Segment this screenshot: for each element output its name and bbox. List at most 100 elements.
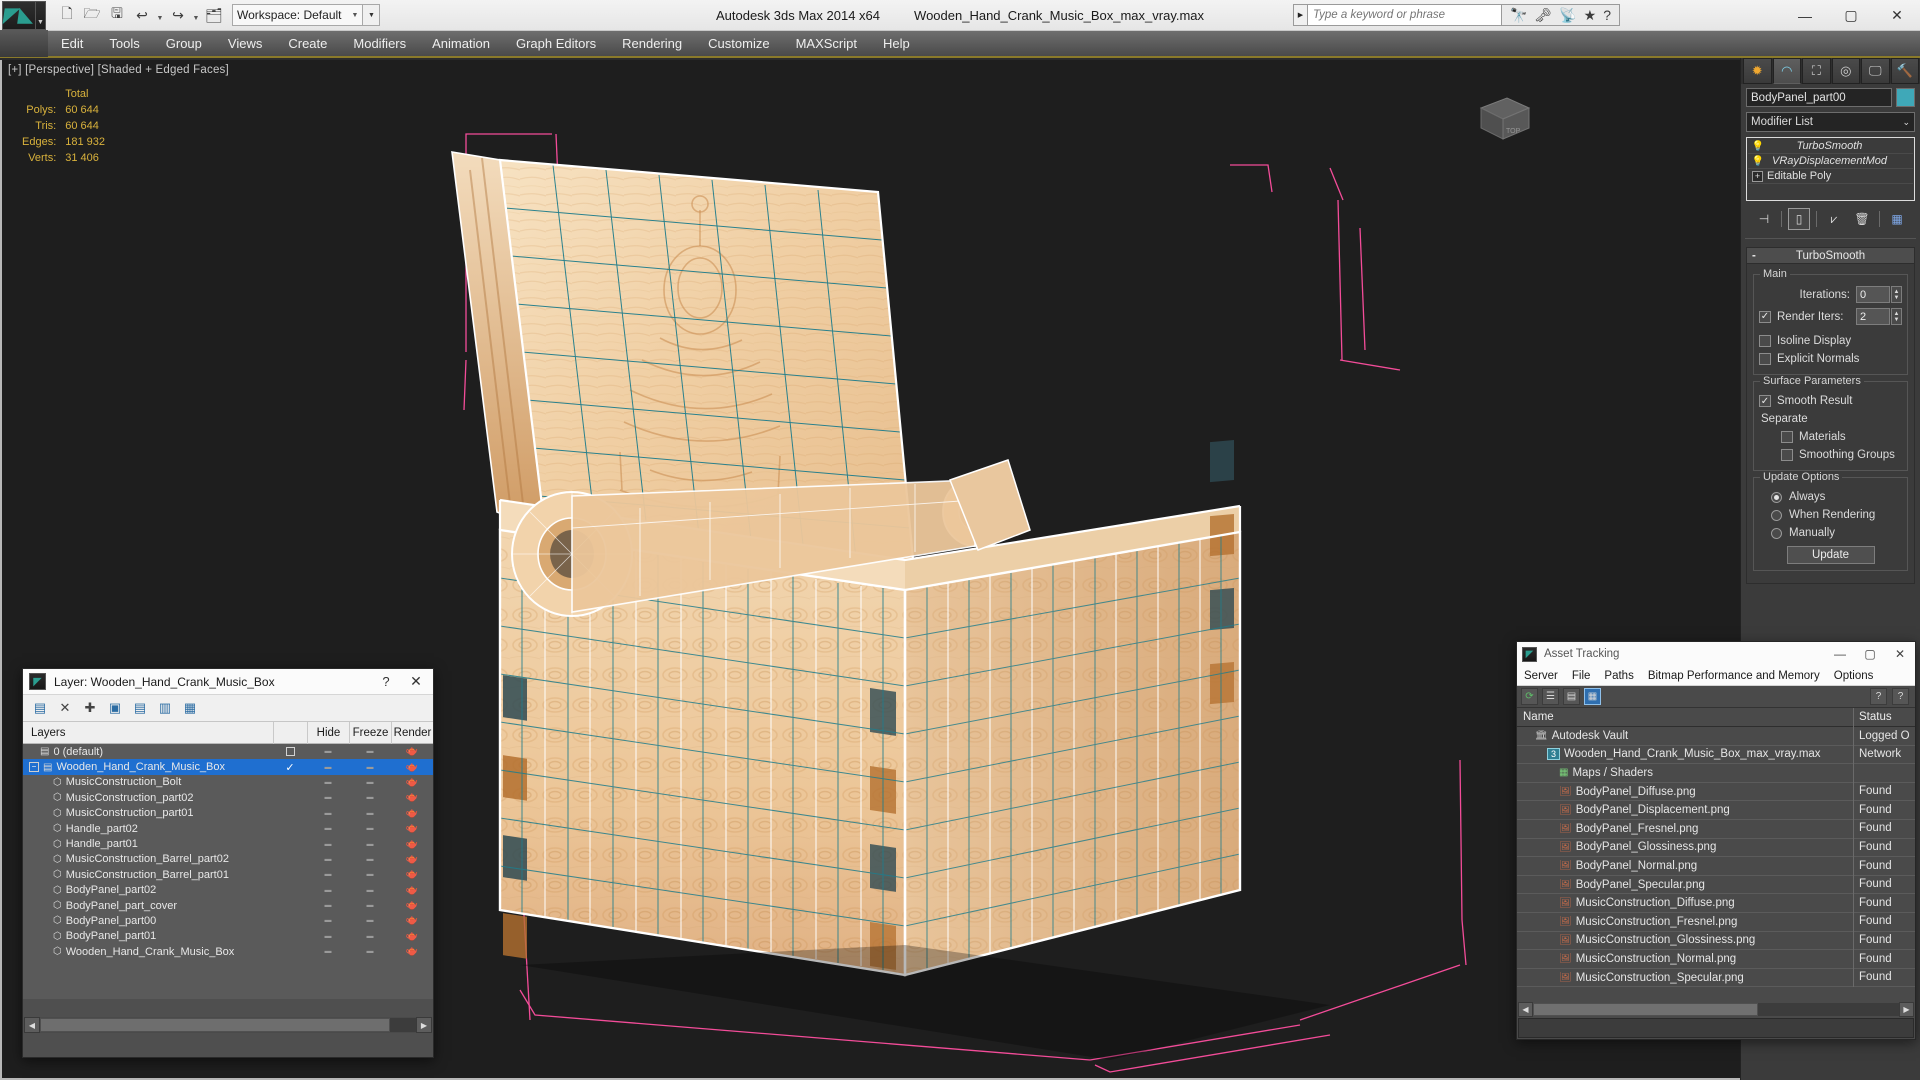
layer-current-toggle[interactable] [273,747,307,757]
show-end-result-icon[interactable]: ▯ [1788,208,1810,230]
layer-row[interactable]: ⬡ MusicConstruction_Bolt ▬ ▬ 🫖 [23,775,433,790]
favorites-star-icon[interactable]: ★ [1584,7,1597,24]
layer-freeze-toggle[interactable]: ▬ [349,917,391,924]
update-option-manually[interactable]: Manually [1759,524,1902,542]
collapse-icon[interactable]: - [1752,250,1756,262]
layer-freeze-toggle[interactable]: ▬ [349,948,391,955]
menu-item-create[interactable]: Create [275,30,340,57]
lightbulb-icon[interactable]: 💡 [1750,141,1766,152]
close-button[interactable]: ✕ [1885,647,1915,661]
refresh-icon[interactable]: ⟳ [1521,688,1538,705]
layer-render-toggle[interactable]: 🫖 [391,839,433,850]
satellite-dish-icon[interactable]: 📡 [1559,7,1576,24]
menu-item-server[interactable]: Server [1517,670,1565,682]
layer-dialog-help-button[interactable]: ? [373,674,399,689]
smoothing-groups-checkbox[interactable] [1781,449,1793,461]
asset-row[interactable]: 3 Wooden_Hand_Crank_Music_Box_max_vray.ma… [1517,745,1915,765]
layer-freeze-toggle[interactable]: ▬ [349,887,391,894]
asset-row[interactable]: 🖼 MusicConstruction_Glossiness.png Found [1517,931,1915,951]
save-file-icon[interactable]: 🖫 [105,3,129,27]
explicit-normals-checkbox[interactable] [1759,353,1771,365]
layer-hide-toggle[interactable]: ▬ [307,887,349,894]
menu-item-maxscript[interactable]: MAXScript [783,30,870,57]
search-input-wrapper[interactable] [1306,4,1502,26]
layer-row[interactable]: ▤ 0 (default) ▬ ▬ 🫖 [23,744,433,759]
lightbulb-icon[interactable]: 💡 [1750,156,1766,167]
layer-render-toggle[interactable]: 🫖 [391,931,433,942]
smooth-result-row[interactable]: ✓ Smooth Result [1759,392,1902,410]
delete-layer-icon[interactable]: ✕ [54,697,76,719]
layer-hide-toggle[interactable]: ▬ [307,748,349,755]
layer-freeze-toggle[interactable]: ▬ [349,748,391,755]
layer-dialog[interactable]: ◤ Layer: Wooden_Hand_Crank_Music_Box ? ✕… [22,668,434,1058]
layer-dialog-close-button[interactable]: ✕ [399,673,433,690]
layer-freeze-toggle[interactable]: ▬ [349,856,391,863]
manually-radio[interactable] [1771,527,1782,539]
layer-hide-toggle[interactable]: ▬ [307,810,349,817]
remove-modifier-icon[interactable]: 🗑 [1851,208,1873,230]
scroll-thumb[interactable] [40,1018,390,1032]
expand-collapse-icon[interactable]: − [29,762,39,773]
layer-list[interactable]: ▤ 0 (default) ▬ ▬ 🫖 − ▤ Wooden_Hand_Crank_Music… [23,744,433,999]
close-button[interactable]: ✕ [1874,0,1920,31]
render-iters-spinner[interactable]: ▲ ▼ [1891,308,1902,325]
display-tab[interactable]: 🖵 [1861,58,1890,84]
asset-row[interactable]: 🖼 BodyPanel_Normal.png Found [1517,856,1915,876]
asset-row[interactable]: 🏛 Autodesk Vault Logged O [1517,727,1915,746]
menu-item-help[interactable]: Help [870,30,923,57]
add-to-layer-icon[interactable]: ✚ [79,697,101,719]
configure-modifier-sets-icon[interactable]: ▦ [1886,208,1908,230]
render-iters-input[interactable]: 2 [1856,308,1890,325]
menu-item-animation[interactable]: Animation [419,30,503,57]
open-file-icon[interactable]: 🗁 [80,3,104,27]
layer-render-toggle[interactable]: 🫖 [391,946,433,957]
layer-hide-toggle[interactable]: ▬ [307,933,349,940]
menu-item-graph-editors[interactable]: Graph Editors [503,30,609,57]
layer-freeze-toggle[interactable]: ▬ [349,825,391,832]
layer-current-toggle[interactable]: ✓ [273,761,307,774]
update-option-always[interactable]: Always [1759,488,1902,506]
menu-item-options[interactable]: Options [1827,670,1881,682]
when-rendering-radio[interactable] [1771,509,1782,521]
binoculars-icon[interactable]: 🔭 [1510,7,1527,24]
asset-list[interactable]: 🏛 Autodesk Vault Logged O 3 Wooden_Hand_Cran… [1517,727,1915,1014]
layer-render-toggle[interactable]: 🫖 [391,885,433,896]
update-option-when-rendering[interactable]: When Rendering [1759,506,1902,524]
layer-freeze-toggle[interactable]: ▬ [349,902,391,909]
maximize-button[interactable]: ▢ [1828,0,1874,31]
asset-row[interactable]: 🖼 BodyPanel_Fresnel.png Found [1517,819,1915,839]
layer-render-toggle[interactable]: 🫖 [391,808,433,819]
asset-row[interactable]: 🖼 MusicConstruction_Diffuse.png Found [1517,893,1915,913]
scroll-right-arrow-icon[interactable]: ▶ [416,1017,432,1033]
layer-row[interactable]: ⬡ BodyPanel_part01 ▬ ▬ 🫖 [23,929,433,944]
layer-freeze-toggle[interactable]: ▬ [349,764,391,771]
layer-hide-toggle[interactable]: ▬ [307,917,349,924]
layer-row[interactable]: ⬡ Handle_part01 ▬ ▬ 🫖 [23,836,433,851]
make-unique-icon[interactable]: ⩗ [1823,208,1845,230]
search-input[interactable] [1312,9,1501,21]
menu-item-bitmap-performance-and-memory[interactable]: Bitmap Performance and Memory [1641,670,1827,682]
asset-row[interactable]: 🖼 BodyPanel_Glossiness.png Found [1517,838,1915,858]
layer-hide-toggle[interactable]: ▬ [307,948,349,955]
layer-freeze-toggle[interactable]: ▬ [349,871,391,878]
new-file-icon[interactable]: 🗋 [55,3,79,27]
stack-item-vraydisplacementmod[interactable]: 💡 VRayDisplacementMod [1748,154,1913,169]
pin-stack-icon[interactable]: ⊣ [1753,208,1775,230]
application-menu-caret-icon[interactable]: ▼ [36,0,46,30]
select-objects-in-layer-icon[interactable]: ▣ [104,697,126,719]
asset-row[interactable]: 🖼 MusicConstruction_Normal.png Found [1517,949,1915,969]
layer-hide-toggle[interactable]: ▬ [307,764,349,771]
menu-item-rendering[interactable]: Rendering [609,30,695,57]
set-project-folder-icon[interactable]: 🗂 [202,3,226,27]
layer-row[interactable]: ⬡ BodyPanel_part02 ▬ ▬ 🫖 [23,883,433,898]
layer-row[interactable]: ⬡ MusicConstruction_Barrel_part02 ▬ ▬ 🫖 [23,852,433,867]
layer-row[interactable]: ⬡ BodyPanel_part00 ▬ ▬ 🫖 [23,913,433,928]
explicit-normals-row[interactable]: Explicit Normals [1759,350,1902,368]
asset-list-scrollbar[interactable]: ◀ ▶ [1518,1002,1914,1017]
grid-view-icon[interactable]: ▦ [1584,688,1601,705]
asset-row[interactable]: 🖼 BodyPanel_Displacement.png Found [1517,800,1915,820]
asset-row[interactable]: 🖼 MusicConstruction_Fresnel.png Found [1517,912,1915,932]
materials-checkbox[interactable] [1781,431,1793,443]
render-iters-checkbox[interactable]: ✓ [1759,310,1771,323]
undo-icon[interactable]: ↩ [130,3,154,27]
